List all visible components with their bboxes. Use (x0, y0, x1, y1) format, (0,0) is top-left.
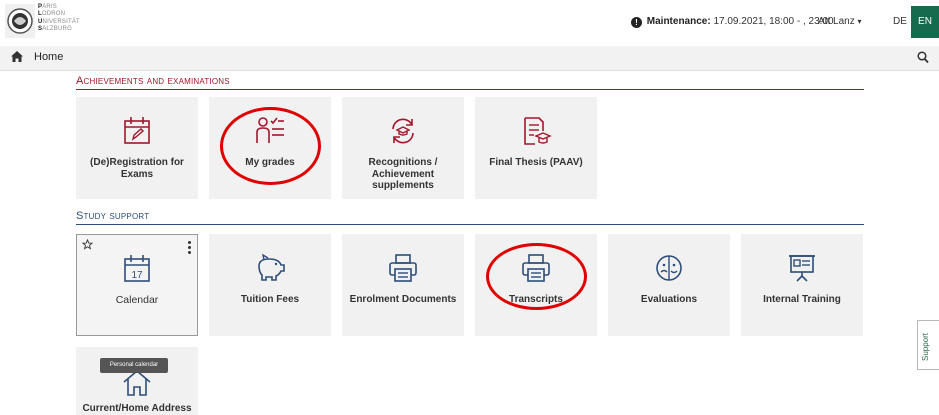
tile-internal-training[interactable]: Internal Training (741, 234, 863, 336)
maintenance-text: 17.09.2021, 18:00 - , 23:00 (713, 16, 834, 27)
language-en-button[interactable]: EN (911, 6, 939, 38)
tile-label: Internal Training (763, 294, 841, 305)
home-link[interactable]: Home (34, 51, 63, 63)
tile-label: Current/Home Address (82, 403, 192, 414)
university-logo-icon[interactable] (5, 4, 35, 38)
university-name: PARIS LODRON UNIVERSITÄT SALZBURG (38, 4, 80, 32)
tile-exam-registration[interactable]: (De)Registration for Exams (76, 97, 198, 199)
tile-enrolment-documents[interactable]: Enrolment Documents (342, 234, 464, 336)
tile-evaluations[interactable]: Evaluations (608, 234, 730, 336)
tile-label: Evaluations (640, 294, 698, 305)
language-de-button[interactable]: DE (893, 16, 907, 27)
tile-label: Tuition Fees (240, 294, 300, 305)
tile-label: (De)Registration for Exams (90, 157, 184, 180)
tile-calendar[interactable]: 17 Calendar (76, 234, 198, 336)
tile-final-thesis[interactable]: Final Thesis (PAAV) (475, 97, 597, 199)
printer-icon (389, 254, 417, 282)
svg-text:17: 17 (131, 270, 143, 281)
calendar-tooltip: Personal calendar (100, 358, 168, 373)
support-label: Support (921, 332, 930, 361)
home-icon[interactable] (10, 50, 24, 63)
home-icon (123, 369, 151, 396)
user-name: Att Lanz (818, 16, 855, 27)
section-divider (76, 89, 864, 90)
highlight-circle (220, 107, 321, 185)
support-tab[interactable]: Support (917, 320, 939, 370)
maintenance-label: Maintenance: (646, 16, 711, 27)
thesis-icon (524, 117, 552, 145)
presentation-icon (789, 255, 815, 282)
top-bar: PARIS LODRON UNIVERSITÄT SALZBURG ! Main… (0, 0, 939, 46)
section-divider (76, 224, 864, 225)
tile-recognitions[interactable]: Recognitions / Achievement supplements (342, 97, 464, 199)
search-icon[interactable] (917, 51, 929, 64)
calendar-edit-icon (124, 117, 150, 144)
tile-label: Enrolment Documents (349, 294, 457, 305)
highlight-circle (486, 243, 587, 310)
user-menu[interactable]: Att Lanz ▾ (818, 16, 862, 27)
navigation-bar: Home (0, 46, 939, 71)
section-title-study-support: Study support (76, 210, 150, 222)
tile-label: Final Thesis (PAAV) (489, 157, 583, 168)
evaluation-icon (656, 255, 682, 281)
calendar-icon: 17 (124, 255, 150, 282)
tile-tuition-fees[interactable]: Tuition Fees (209, 234, 331, 336)
section-title-achievements: Achievements and examinations (76, 75, 230, 87)
caret-down-icon: ▾ (857, 17, 862, 26)
tile-label: Recognitions / Achievement supplements (368, 157, 438, 191)
tile-label: Calendar (115, 294, 159, 306)
info-icon: ! (631, 17, 642, 28)
piggy-bank-icon (258, 253, 285, 281)
maintenance-notice: ! Maintenance: 17.09.2021, 18:00 - , 23:… (631, 16, 834, 28)
recognition-icon (392, 118, 414, 144)
star-icon[interactable] (82, 239, 93, 250)
